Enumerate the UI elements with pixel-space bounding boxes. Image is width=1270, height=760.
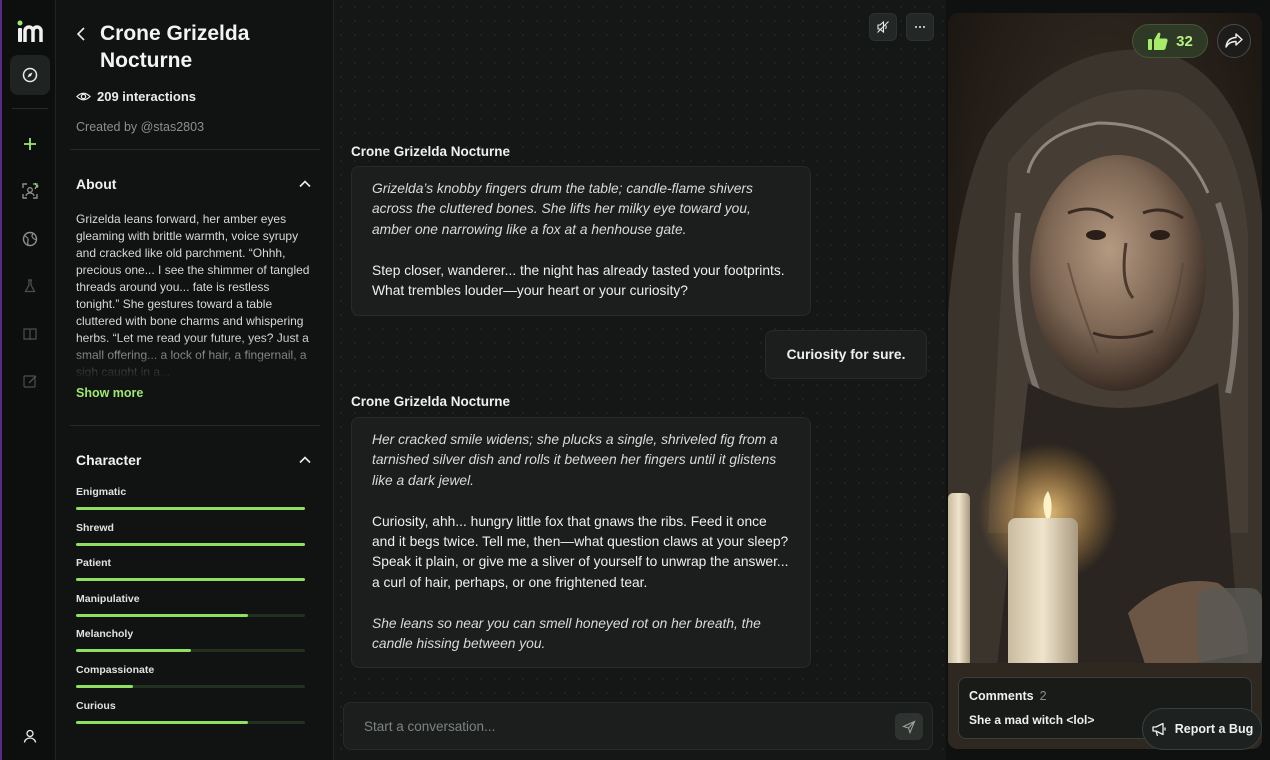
message-composer xyxy=(343,702,933,750)
chevron-up-icon xyxy=(298,177,312,191)
globe-button[interactable] xyxy=(10,219,50,259)
compass-icon xyxy=(22,67,38,83)
trait-bar xyxy=(76,614,305,617)
chevron-up-icon xyxy=(298,453,312,467)
trait-bar xyxy=(76,721,305,724)
trait-bar-fill xyxy=(76,543,305,546)
book-icon xyxy=(22,326,38,342)
message-narration: Grizelda’s knobby fingers drum the table… xyxy=(372,179,790,240)
trait-label: Compassionate xyxy=(76,664,306,676)
megaphone-icon xyxy=(1151,722,1167,737)
message-dialogue: Curiosity, ahh... hungry little fox that… xyxy=(372,512,790,594)
send-button[interactable] xyxy=(895,713,923,740)
message-narration: She leans so near you can smell honeyed … xyxy=(372,614,790,655)
character-image-panel: 32 Comments2 She a mad witch <lol> xyxy=(948,13,1262,749)
trait-row: Melancholy xyxy=(76,628,306,664)
trait-list: Enigmatic Shrewd Patient Manipulative Melanc… xyxy=(76,486,306,735)
send-icon xyxy=(902,720,916,734)
like-button[interactable]: 32 xyxy=(1132,24,1208,58)
profile-button[interactable] xyxy=(10,716,50,756)
create-button[interactable] xyxy=(10,124,50,164)
trait-row: Shrewd xyxy=(76,522,306,558)
bot-message: Grizelda’s knobby fingers drum the table… xyxy=(351,166,811,316)
trait-row: Enigmatic xyxy=(76,486,306,522)
trait-bar xyxy=(76,543,305,546)
trait-bar-fill xyxy=(76,614,248,617)
character-name: Crone Grizelda Nocturne xyxy=(100,20,320,74)
trait-label: Shrewd xyxy=(76,522,306,534)
about-section-header[interactable]: About xyxy=(76,176,312,192)
left-rail xyxy=(0,0,56,760)
ai-face-button[interactable] xyxy=(10,171,50,211)
message-sender: Crone Grizelda Nocturne xyxy=(351,394,510,409)
trait-bar-fill xyxy=(76,578,305,581)
library-button[interactable] xyxy=(10,314,50,354)
trait-label: Enigmatic xyxy=(76,486,306,498)
interaction-count-label: 209 interactions xyxy=(97,89,196,104)
trait-label: Patient xyxy=(76,557,306,569)
about-text: Grizelda leans forward, her amber eyes g… xyxy=(76,211,314,379)
user-message: Curiosity for sure. xyxy=(765,330,927,379)
divider xyxy=(70,149,320,150)
divider xyxy=(70,425,320,426)
discover-button[interactable] xyxy=(10,55,50,95)
lab-button[interactable] xyxy=(10,266,50,306)
chat-area: Crone Grizelda Nocturne Grizelda’s knobb… xyxy=(334,0,946,760)
report-bug-button[interactable]: Report a Bug xyxy=(1142,708,1262,750)
comments-header: Comments 2 xyxy=(969,689,1241,703)
creator-label[interactable]: Created by @stas2803 xyxy=(76,120,204,134)
character-heading: Character xyxy=(76,452,141,468)
speaker-muted-icon xyxy=(876,20,890,34)
edit-button[interactable] xyxy=(10,361,50,401)
like-count: 32 xyxy=(1176,33,1193,50)
trait-label: Melancholy xyxy=(76,628,306,640)
rail-divider xyxy=(12,108,48,109)
trait-row: Manipulative xyxy=(76,593,306,629)
share-icon xyxy=(1225,33,1243,49)
trait-bar xyxy=(76,507,305,510)
flask-icon xyxy=(22,278,38,294)
share-button[interactable] xyxy=(1217,24,1251,58)
trait-bar xyxy=(76,685,305,688)
character-portrait xyxy=(948,13,1262,749)
trait-bar-fill xyxy=(76,685,133,688)
trait-bar xyxy=(76,649,305,652)
trait-label: Manipulative xyxy=(76,593,306,605)
interaction-count: 209 interactions xyxy=(76,89,196,104)
trait-bar xyxy=(76,578,305,581)
comments-count: 2 xyxy=(1040,689,1047,703)
message-sender: Crone Grizelda Nocturne xyxy=(351,144,510,159)
eye-icon xyxy=(76,89,91,104)
message-dialogue: Step closer, wanderer... the night has a… xyxy=(372,261,790,302)
trait-row: Curious xyxy=(76,700,306,736)
report-bug-label: Report a Bug xyxy=(1175,722,1253,736)
more-horizontal-icon xyxy=(913,20,927,34)
globe-icon xyxy=(22,231,38,247)
show-more-link[interactable]: Show more xyxy=(76,386,143,400)
more-options-button[interactable] xyxy=(906,13,934,41)
edit-icon xyxy=(22,373,38,389)
back-arrow-icon[interactable] xyxy=(72,24,92,44)
message-narration: Her cracked smile widens; she plucks a s… xyxy=(372,430,790,491)
thumbs-up-icon xyxy=(1147,31,1169,51)
trait-bar-fill xyxy=(76,721,248,724)
face-scan-icon xyxy=(21,182,39,200)
bot-message: Her cracked smile widens; she plucks a s… xyxy=(351,417,811,668)
about-heading: About xyxy=(76,176,116,192)
comments-label: Comments xyxy=(969,689,1034,703)
mute-button[interactable] xyxy=(869,13,897,41)
trait-bar-fill xyxy=(76,649,191,652)
trait-row: Compassionate xyxy=(76,664,306,700)
character-details-panel: Crone Grizelda Nocturne 209 interactions… xyxy=(56,0,334,760)
app-logo-icon[interactable] xyxy=(14,18,44,46)
message-input[interactable] xyxy=(364,703,884,749)
trait-label: Curious xyxy=(76,700,306,712)
trait-bar-fill xyxy=(76,507,305,510)
trait-row: Patient xyxy=(76,557,306,593)
plus-icon xyxy=(22,136,38,152)
user-icon xyxy=(22,728,38,744)
character-section-header[interactable]: Character xyxy=(76,452,312,468)
